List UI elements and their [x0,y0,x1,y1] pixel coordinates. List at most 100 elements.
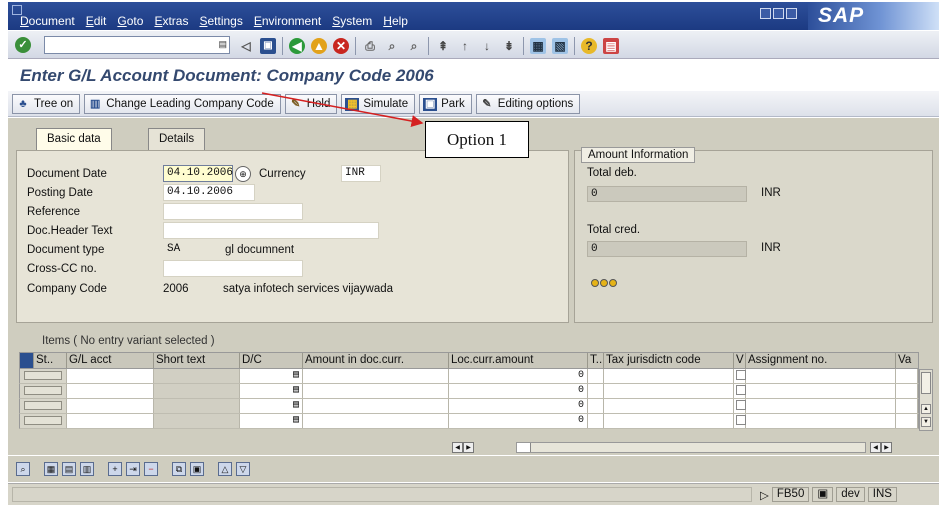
v-checkbox[interactable] [734,414,746,428]
gl-account-cell[interactable] [67,399,154,413]
input-mode[interactable]: INS [867,487,897,502]
change-leading-company-code-button[interactable]: ▥ Change Leading Company Code [84,94,281,114]
debit-credit-dropdown-icon[interactable]: ▤ [240,384,303,398]
command-input[interactable] [45,37,213,53]
column-status[interactable]: St.. [34,353,67,368]
column-short-text[interactable]: Short text [154,353,240,368]
simulate-button[interactable]: ▦ Simulate [341,94,416,114]
column-assignment[interactable]: Assignment no. [746,353,896,368]
exit-icon[interactable]: ▲ [311,38,327,54]
save-icon[interactable]: ▣ [260,38,276,54]
gl-account-cell[interactable] [67,384,154,398]
back-icon[interactable]: ◀ [289,38,305,54]
column-amount-doc-curr[interactable]: Amount in doc.curr. [303,353,449,368]
column-debit-credit[interactable]: D/C [240,353,303,368]
value-date-cell[interactable] [896,399,918,413]
currency-field[interactable]: INR [341,165,381,182]
editing-options-button[interactable]: ✎ Editing options [475,94,581,114]
calendar-icon[interactable]: ⊕ [235,165,251,182]
debit-credit-dropdown-icon[interactable]: ▤ [240,399,303,413]
header-text-field[interactable] [163,222,379,239]
layout-icon[interactable]: ▤ [603,38,619,54]
value-date-cell[interactable] [896,414,918,428]
document-type-field[interactable]: SA [163,241,207,258]
menu-document[interactable]: Document [20,14,75,28]
assignment-cell[interactable] [746,384,896,398]
amount-doc-cell[interactable] [303,384,449,398]
menu-help[interactable]: Help [383,14,408,28]
help-icon[interactable]: ? [581,38,597,54]
row-selector[interactable] [20,384,67,398]
tab-basic-data[interactable]: Basic data [36,128,112,150]
row-selector[interactable] [20,414,67,428]
last-page-icon[interactable]: ⇟ [501,38,517,54]
amount-doc-cell[interactable] [303,414,449,428]
cancel-icon[interactable]: ✕ [333,38,349,54]
prev-arrow-icon[interactable]: ◁ [238,38,254,54]
document-date-field[interactable]: 04.10.2006 [163,165,233,182]
tax-code-cell[interactable] [588,369,604,383]
prev-page-icon[interactable]: ↑ [457,38,473,54]
assignment-cell[interactable] [746,369,896,383]
tax-jurisdiction-cell[interactable] [604,414,734,428]
minimize-icon[interactable] [760,8,771,19]
assignment-cell[interactable] [746,399,896,413]
v-checkbox[interactable] [734,399,746,413]
column-left-icon[interactable]: ◀ [870,442,881,453]
column-gl-account[interactable]: G/L acct [67,353,154,368]
tax-jurisdiction-cell[interactable] [604,384,734,398]
menu-environment[interactable]: Environment [254,14,321,28]
shortcut-icon[interactable]: ▧ [552,38,568,54]
hold-button[interactable]: ✎ Hold [284,94,338,114]
select-all-rows-icon[interactable]: ▦ [44,462,58,476]
tax-code-cell[interactable] [588,384,604,398]
new-session-icon[interactable]: ▦ [530,38,546,54]
column-right-icon[interactable]: ▶ [881,442,892,453]
print-icon[interactable]: ⎙ [362,38,378,54]
column-v[interactable]: V [734,353,746,368]
hscroll-thumb[interactable] [517,443,531,452]
column-loc-curr-amount[interactable]: Loc.curr.amount [449,353,588,368]
enter-icon[interactable]: ✓ [15,37,31,53]
find-icon[interactable]: ⌕ [384,38,400,54]
scroll-up-icon[interactable]: ▲ [921,404,931,414]
value-date-cell[interactable] [896,384,918,398]
command-field[interactable]: ▤ [44,36,230,54]
first-page-icon[interactable]: ⇞ [435,38,451,54]
column-tax-jurisdiction[interactable]: Tax jurisdictn code [604,353,734,368]
tax-jurisdiction-cell[interactable] [604,369,734,383]
insert-rows-icon[interactable]: ⇥ [126,462,140,476]
vertical-scrollbar[interactable]: ▲ ▼ [919,369,933,431]
filter-icon[interactable]: ▽ [236,462,250,476]
posting-date-field[interactable]: 04.10.2006 [163,184,255,201]
tax-jurisdiction-cell[interactable] [604,399,734,413]
cross-cc-field[interactable] [163,260,303,277]
tab-details[interactable]: Details [148,128,206,150]
deselect-rows-icon[interactable]: ▤ [62,462,76,476]
debit-credit-dropdown-icon[interactable]: ▤ [240,369,303,383]
session-icon[interactable]: ▣ [812,487,834,502]
horizontal-scrollbar[interactable] [516,442,866,453]
amount-doc-cell[interactable] [303,369,449,383]
scroll-left-icon[interactable]: ◀ [452,442,463,453]
insert-row-icon[interactable]: + [108,462,122,476]
menu-system[interactable]: System [332,14,372,28]
gl-account-cell[interactable] [67,369,154,383]
scroll-right-icon[interactable]: ▶ [463,442,474,453]
select-all-icon[interactable] [20,353,34,368]
row-selector[interactable] [20,369,67,383]
scroll-thumb[interactable] [921,372,931,394]
menu-edit[interactable]: Edit [86,14,107,28]
gl-account-cell[interactable] [67,414,154,428]
tree-on-button[interactable]: ♣ Tree on [12,94,81,114]
maximize-icon[interactable] [773,8,784,19]
status-toggle-icon[interactable]: ▷ [760,488,769,502]
v-checkbox[interactable] [734,384,746,398]
select-block-icon[interactable]: ▥ [80,462,94,476]
menu-extras[interactable]: Extras [154,14,188,28]
delete-row-icon[interactable]: − [144,462,158,476]
find-next-icon[interactable]: ⌕ [406,38,422,54]
command-history-icon[interactable]: ▤ [218,39,227,50]
debit-credit-dropdown-icon[interactable]: ▤ [240,414,303,428]
next-page-icon[interactable]: ↓ [479,38,495,54]
